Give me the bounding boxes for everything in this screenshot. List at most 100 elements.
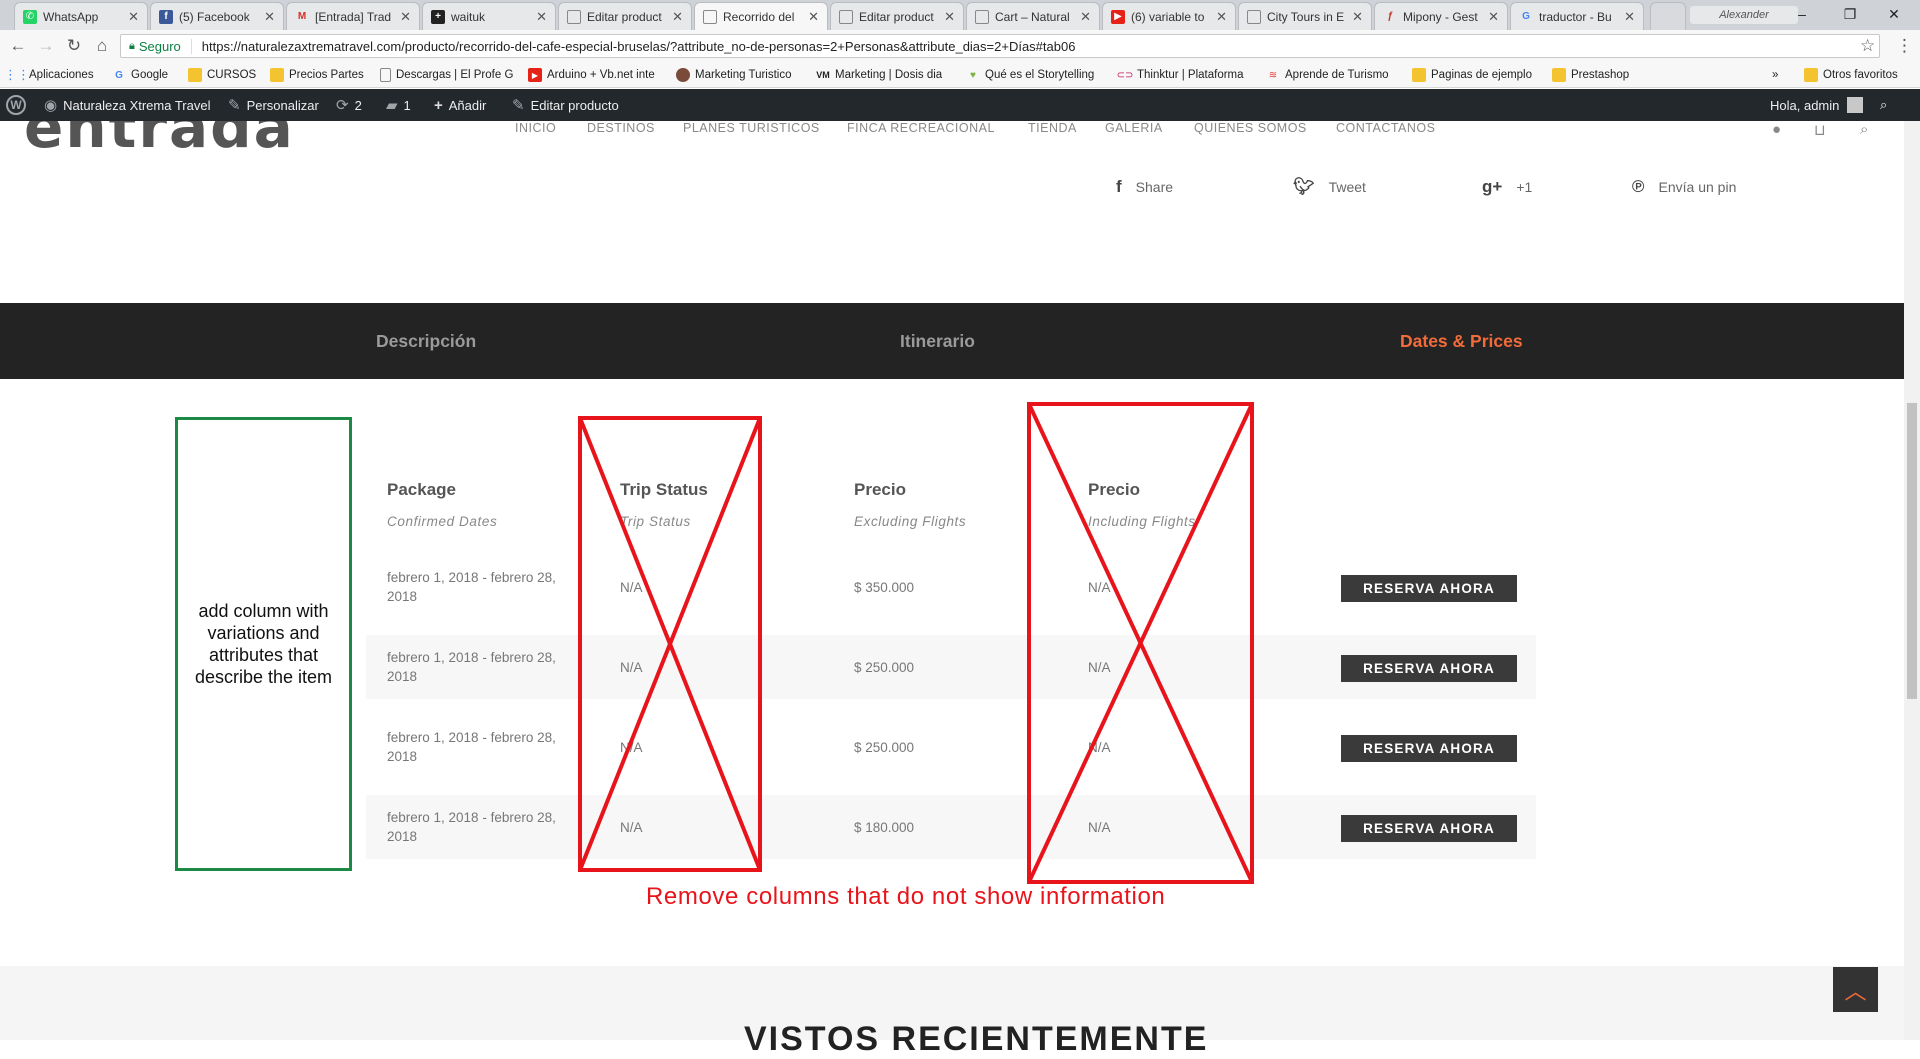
bookmark-item[interactable]: Paginas de ejemplo [1412,66,1532,84]
close-icon[interactable]: ✕ [944,9,955,25]
cart-icon[interactable]: ⊔ [1814,121,1826,139]
column-header-price-including: Precio Including Flights [1088,480,1196,529]
browser-menu-icon[interactable]: ⋮ [1896,36,1913,56]
share-twitter[interactable]: 🐦︎ Tweet [1293,176,1366,198]
nav-item[interactable]: FINCA RECREACIONAL [847,121,995,135]
nav-item[interactable]: CONTACTANOS [1336,121,1435,135]
browser-tab[interactable]: f (5) Facebook ✕ [150,2,284,30]
close-icon[interactable]: ✕ [1352,9,1363,25]
bookmark-star-icon[interactable]: ☆ [1860,36,1875,56]
nav-item[interactable]: QUIENES SOMOS [1194,121,1307,135]
cell-price-including: N/A [1088,739,1111,755]
secure-label: Seguro [139,38,192,54]
site-name-link[interactable]: ◉ Naturaleza Xtrema Travel [44,89,211,121]
close-icon[interactable]: ✕ [808,9,819,25]
close-icon[interactable]: ✕ [672,9,683,25]
close-icon[interactable]: ✕ [1488,9,1499,25]
column-header-price-excluding: Precio Excluding Flights [854,480,966,529]
browser-tab-active[interactable]: Recorrido del ✕ [694,2,828,30]
google-plus-icon: g+ [1482,177,1503,196]
site-logo[interactable]: entrada [24,121,295,161]
updates-link[interactable]: ⟳ 2 [336,89,362,121]
browser-tab[interactable]: + waituk ✕ [422,2,556,30]
browser-tab[interactable]: M [Entrada] Trad ✕ [286,2,420,30]
customize-label: Personalizar [246,97,319,113]
page-icon [1247,9,1261,24]
header-subtitle: Excluding Flights [854,514,967,529]
page-icon [839,9,853,24]
folder-icon [188,68,202,82]
book-now-button[interactable]: RESERVA AHORA [1341,735,1517,762]
nav-item[interactable]: TIENDA [1028,121,1077,135]
wordpress-logo-button[interactable]: W [6,89,26,121]
close-icon[interactable]: ✕ [128,9,139,25]
edit-product-label: Editar producto [530,97,619,113]
page-scrollbar[interactable] [1904,121,1920,1040]
scrollbar-thumb[interactable] [1907,403,1917,699]
nav-item[interactable]: PLANES TURISTICOS [683,121,820,135]
scroll-to-top-button[interactable]: ︿ [1833,967,1878,1012]
home-icon[interactable]: ⌂ [92,36,112,56]
reload-icon[interactable]: ↻ [64,36,84,56]
bookmark-item[interactable]: VM Marketing | Dosis dia [816,66,942,84]
dashboard-icon: ◉ [44,97,58,114]
bookmark-item[interactable]: ♥ Qué es el Storytelling [966,66,1094,84]
close-icon[interactable]: ✕ [536,9,547,25]
search-icon[interactable]: ⌕ [1860,121,1868,138]
add-new-link[interactable]: + Añadir [434,89,486,121]
forward-icon[interactable]: → [36,36,56,56]
restore-icon[interactable]: ❐ [1830,3,1870,25]
book-now-button[interactable]: RESERVA AHORA [1341,655,1517,682]
url-input[interactable]: 🔒︎ Seguro https://naturalezaxtrematravel… [120,34,1880,58]
comments-link[interactable]: ▰ 1 [386,89,411,121]
bookmark-item[interactable]: ⋮⋮ Aplicaciones [4,66,94,84]
browser-tab[interactable]: City Tours in E ✕ [1238,2,1372,30]
minimize-icon[interactable]: – [1782,3,1822,25]
my-account-menu[interactable]: Hola, admin [1770,89,1864,121]
close-icon[interactable]: ✕ [400,9,411,25]
bookmark-item[interactable]: ▶ Arduino + Vb.net inte [528,66,655,84]
tab-title: (5) Facebook [179,9,250,24]
tab-itinerary[interactable]: Itinerario [900,303,975,379]
browser-tab[interactable]: ƒ Mipony - Gest ✕ [1374,2,1508,30]
new-tab-button[interactable] [1650,2,1686,30]
bookmark-item[interactable]: G Google [112,66,168,84]
close-icon[interactable]: ✕ [1216,9,1227,25]
bookmark-item[interactable]: CURSOS [188,66,256,84]
browser-tab[interactable]: Editar product ✕ [558,2,692,30]
browser-tab[interactable]: ▶ (6) variable to ✕ [1102,2,1236,30]
tab-description[interactable]: Descripción [376,303,476,379]
share-gplus[interactable]: g+ +1 [1482,176,1532,198]
other-bookmarks[interactable]: Otros favoritos [1804,66,1898,84]
edit-product-link[interactable]: ✎ Editar producto [512,89,619,121]
close-window-icon[interactable]: ✕ [1874,3,1914,25]
search-icon[interactable]: ⌕ [1880,89,1887,121]
nav-item[interactable]: GALERIA [1105,121,1163,135]
user-icon[interactable]: ● [1772,121,1781,138]
browser-tab[interactable]: G traductor - Bu ✕ [1510,2,1644,30]
customize-link[interactable]: ✎ Personalizar [228,89,319,121]
browser-tab[interactable]: ✆ WhatsApp ✕ [14,2,148,30]
close-icon[interactable]: ✕ [264,9,275,25]
browser-tab[interactable]: Editar product ✕ [830,2,964,30]
bookmark-item[interactable]: Precios Partes [270,66,364,84]
close-icon[interactable]: ✕ [1624,9,1635,25]
cell-status: N/A [620,579,643,595]
back-icon[interactable]: ← [8,36,28,56]
tab-dates-prices[interactable]: Dates & Prices [1400,303,1523,379]
book-now-button[interactable]: RESERVA AHORA [1341,575,1517,602]
browser-tab[interactable]: Cart – Natural ✕ [966,2,1100,30]
share-pinterest[interactable]: ℗ Envía un pin [1632,176,1736,198]
nav-item[interactable]: DESTINOS [587,121,655,135]
page-icon [975,9,989,24]
nav-item[interactable]: INICIO [515,121,556,135]
book-now-button[interactable]: RESERVA AHORA [1341,815,1517,842]
close-icon[interactable]: ✕ [1080,9,1091,25]
bookmark-item[interactable]: ≋ Aprende de Turismo [1266,66,1389,84]
bookmark-item[interactable]: ⊂⊃ Thinktur | Plataforma [1117,66,1244,84]
bookmark-item[interactable]: Marketing Turistico [676,66,792,84]
bookmark-item[interactable]: Descargas | El Profe G [380,66,513,84]
bookmarks-overflow-button[interactable]: » [1772,66,1778,84]
share-facebook[interactable]: f Share [1116,176,1173,198]
bookmark-item[interactable]: Prestashop [1552,66,1629,84]
